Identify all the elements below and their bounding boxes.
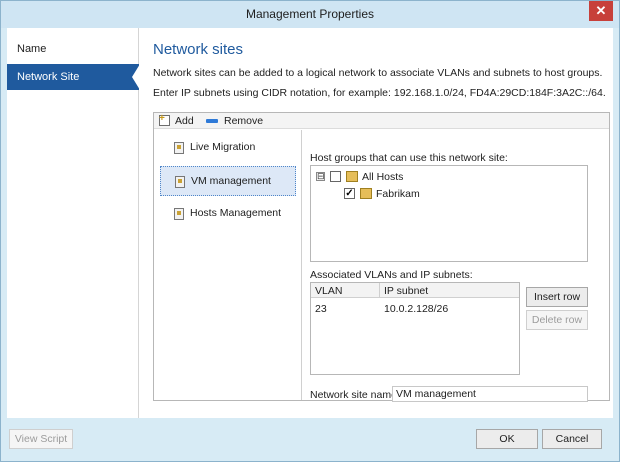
vlan-subnet-grid: VLAN IP subnet 23 10.0.2.128/26 <box>310 282 520 375</box>
network-site-icon <box>174 208 184 220</box>
host-groups-label: Host groups that can use this network si… <box>310 152 508 164</box>
ok-button[interactable]: OK <box>476 429 538 449</box>
description-text: Network sites can be added to a logical … <box>153 67 603 79</box>
site-item-hosts-management[interactable]: Hosts Management <box>160 199 296 229</box>
network-site-icon <box>175 176 185 188</box>
network-site-icon <box>174 142 184 154</box>
cancel-button[interactable]: Cancel <box>542 429 602 449</box>
vlan-cell[interactable]: 23 <box>315 303 327 315</box>
column-divider <box>379 283 380 298</box>
remove-icon <box>206 119 218 123</box>
all-hosts-checkbox[interactable] <box>330 171 341 182</box>
add-button[interactable]: Add <box>175 115 194 127</box>
network-site-name-label: Network site name: <box>310 389 400 401</box>
site-item-live-migration[interactable]: Live Migration <box>160 133 296 163</box>
network-site-name-input[interactable]: VM management <box>392 386 588 402</box>
tree-row-fabrikam: ✓ Fabrikam <box>314 186 584 202</box>
view-script-button[interactable]: View Script <box>9 429 73 449</box>
main-content: Network sites Network sites can be added… <box>139 28 613 418</box>
site-item-label: Hosts Management <box>190 207 282 219</box>
window-title: Management Properties <box>245 7 375 21</box>
host-groups-tree: ⊟ All Hosts ✓ Fabrikam <box>310 165 588 262</box>
all-hosts-label: All Hosts <box>362 171 404 183</box>
site-item-label: VM management <box>191 175 271 187</box>
fabrikam-label: Fabrikam <box>376 188 420 200</box>
host-group-icon <box>360 188 372 199</box>
management-properties-window: Management Properties ✕ Name Network Sit… <box>0 0 620 462</box>
remove-button[interactable]: Remove <box>224 115 263 127</box>
sidebar-item-network-site[interactable]: Network Site <box>7 64 140 90</box>
col-vlan[interactable]: VLAN <box>315 285 342 297</box>
site-item-vm-management[interactable]: VM management <box>160 166 296 196</box>
close-button[interactable]: ✕ <box>589 1 613 21</box>
cidr-hint-text: Enter IP subnets using CIDR notation, fo… <box>153 87 606 99</box>
footer: View Script OK Cancel <box>1 419 619 461</box>
fabrikam-checkbox[interactable]: ✓ <box>344 188 355 199</box>
sidebar: Name Network Site <box>7 28 140 418</box>
insert-row-button[interactable]: Insert row <box>526 287 588 307</box>
network-sites-panel: Add Remove Live Migration VM management … <box>153 112 610 402</box>
title-bar: Management Properties ✕ <box>1 1 619 28</box>
toolbar: Add Remove <box>154 113 609 129</box>
collapse-icon[interactable]: ⊟ <box>316 172 325 181</box>
grid-header: VLAN IP subnet <box>311 283 519 298</box>
tree-row-all-hosts: ⊟ All Hosts <box>314 169 584 185</box>
col-ip-subnet[interactable]: IP subnet <box>384 285 428 297</box>
subnet-cell[interactable]: 10.0.2.128/26 <box>384 303 448 315</box>
sidebar-item-name[interactable]: Name <box>7 36 139 62</box>
vlans-label: Associated VLANs and IP subnets: <box>310 269 473 281</box>
network-site-list: Live Migration VM management Hosts Manag… <box>154 130 302 400</box>
add-icon <box>159 113 170 126</box>
site-item-label: Live Migration <box>190 141 256 153</box>
host-group-icon <box>346 171 358 182</box>
delete-row-button[interactable]: Delete row <box>526 310 588 330</box>
page-title: Network sites <box>153 41 244 58</box>
